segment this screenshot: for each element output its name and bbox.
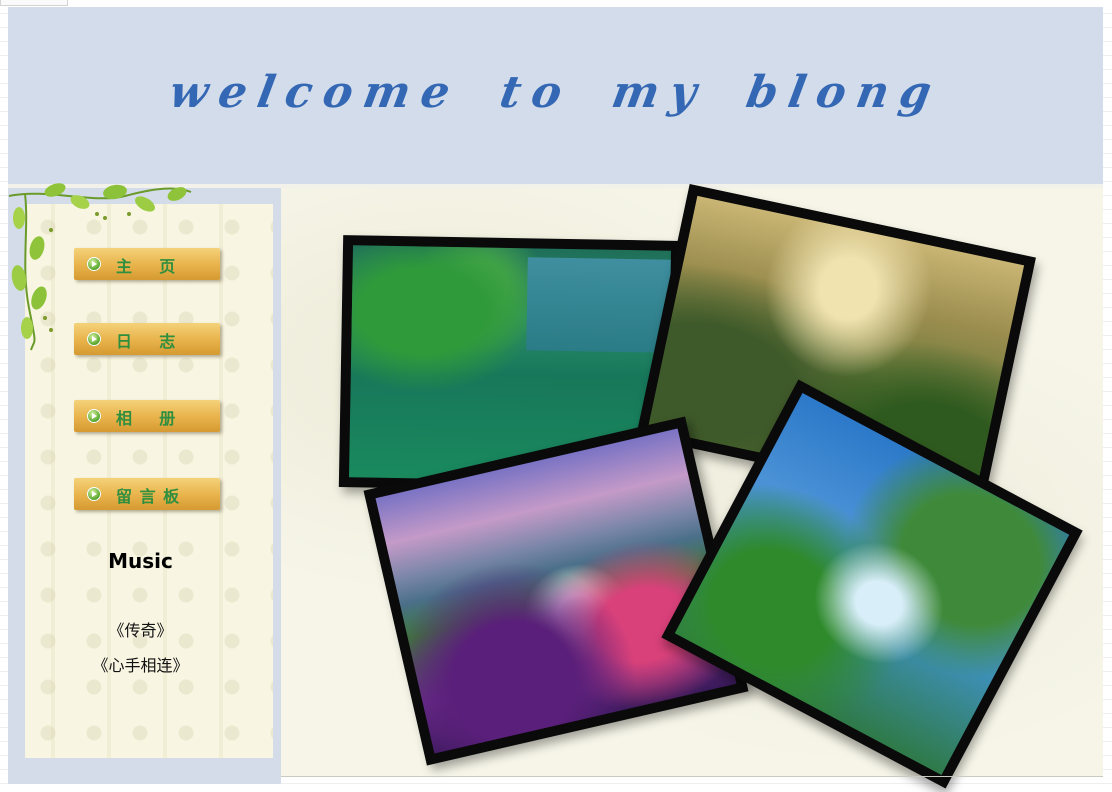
page-title: welcome to my blong xyxy=(165,67,946,118)
corner-tab xyxy=(0,0,68,6)
song-link[interactable]: 《心手相连》 xyxy=(0,652,281,676)
nav-button-album[interactable]: 相 册 xyxy=(74,400,220,432)
nav-button-guestbook[interactable]: 留 言 板 xyxy=(74,478,220,510)
flower-field-image xyxy=(375,428,737,754)
nav-label-album: 相 册 xyxy=(116,409,177,428)
content-bottom-border xyxy=(281,776,1103,777)
arrow-bullet-icon xyxy=(87,487,101,501)
nav-label-guestbook: 留 言 板 xyxy=(116,487,181,506)
arrow-bullet-icon xyxy=(87,409,101,423)
music-heading: Music xyxy=(108,549,173,573)
photo-gallery xyxy=(281,184,1103,789)
song-link[interactable]: 《传奇》 xyxy=(0,617,281,641)
header-banner: welcome to my blong xyxy=(8,7,1103,184)
vine-decoration-icon xyxy=(8,183,192,351)
